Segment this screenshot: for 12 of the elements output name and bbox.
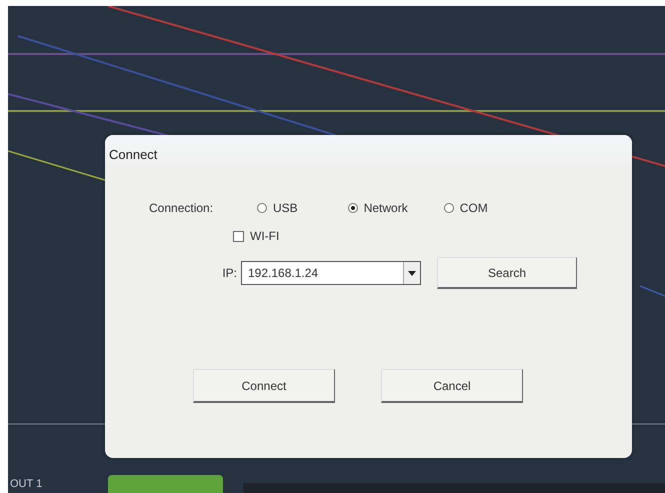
radio-option[interactable]: Network xyxy=(348,201,408,215)
radio-option[interactable]: COM xyxy=(444,201,488,215)
dialog-title: Connect xyxy=(105,135,632,173)
dialog-button[interactable]: Cancel xyxy=(381,369,523,403)
connection-label: Connection: xyxy=(149,201,214,215)
search-button[interactable]: Search xyxy=(437,257,577,289)
wifi-checkbox[interactable]: WI-FI xyxy=(233,229,280,243)
dialog-button[interactable]: Connect xyxy=(193,369,335,403)
ip-label: IP: xyxy=(221,266,238,280)
radio-option[interactable]: USB xyxy=(257,201,298,215)
channel-label: OUT 1 xyxy=(9,478,44,492)
ip-combo-box[interactable]: 192.168.1.24 xyxy=(241,261,421,285)
